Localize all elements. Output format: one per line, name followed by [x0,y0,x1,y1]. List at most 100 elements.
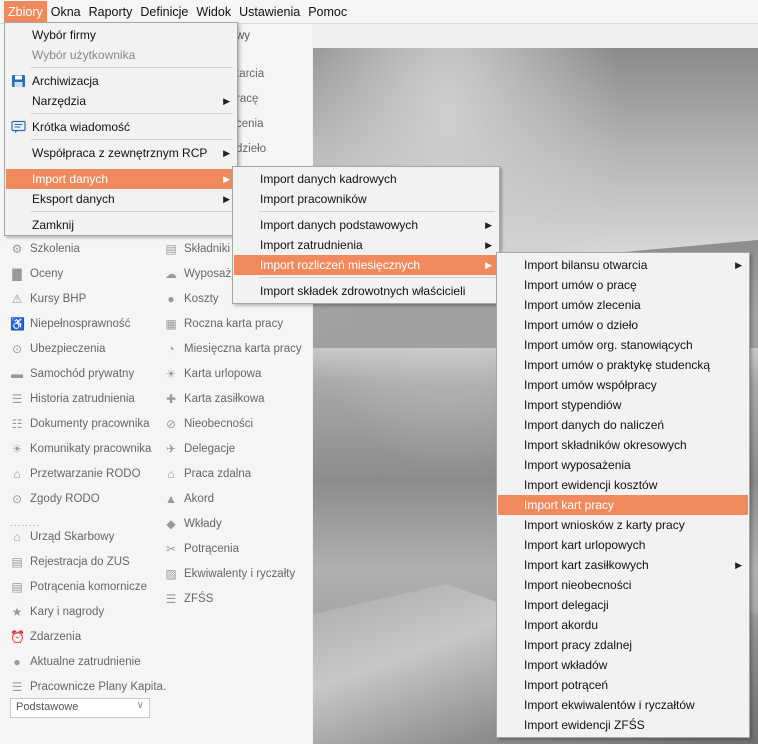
nav-item-potracenia-komornicze[interactable]: ▤ Potrącenia komornicze [10,580,147,594]
nav-item-karta-zasilkowa[interactable]: ✚ Karta zasiłkowa [164,392,265,406]
nav-item-komunikaty-pracownika[interactable]: ☀ Komunikaty pracownika [10,442,152,456]
nav-item-label: Aktualne zatrudnienie [30,656,141,668]
nav-item-skladniki-o[interactable]: ▤ Składniki o [164,242,239,256]
nav-item-akord[interactable]: ▲ Akord [164,492,214,506]
menu-item-label: Import delegacji [524,598,609,612]
nav-item-urzad-skarbowy[interactable]: ⌂ Urząd Skarbowy [10,530,114,544]
menu-item-import-zatrudnienia[interactable]: Import zatrudnienia ▶ [234,235,498,255]
nav-item-karta-urlopowa[interactable]: ☀ Karta urlopowa [164,367,262,381]
menu-item-import-skladnikow-okresowych[interactable]: Import składników okresowych [498,435,748,455]
menu-item-import-akordu[interactable]: Import akordu [498,615,748,635]
nav-item-potracenia[interactable]: ✂ Potrącenia [164,542,239,556]
nav-item-miesieczna-karta-pracy[interactable]: ◔ Miesięczna karta pracy [164,342,301,356]
menu-item-import-pracy-zdalnej[interactable]: Import pracy zdalnej [498,635,748,655]
nav-item-zgody-rodo[interactable]: ⊙ Zgody RODO [10,492,100,506]
menu-item-import-wyposazenia[interactable]: Import wyposażenia [498,455,748,475]
menu-item-import-skladek-zdrowotnych-wlascicieli[interactable]: Import składek zdrowotnych właścicieli [234,281,498,301]
menu-item-import-umow-o-praktyke-studencka[interactable]: Import umów o praktykę studencką [498,355,748,375]
menu-item-import-ewidencji-kosztow[interactable]: Import ewidencji kosztów [498,475,748,495]
nav-item-historia-zatrudnienia[interactable]: ☰ Historia zatrudnienia [10,392,135,406]
nav-item-label: Zdarzenia [30,631,82,643]
menu-item-import-umow-zlecenia[interactable]: Import umów zlecenia [498,295,748,315]
nav-item-pracownicze-plany-kapita[interactable]: ☰ Pracownicze Plany Kapita. [10,680,167,694]
menu-raporty[interactable]: Raporty [85,1,137,23]
nav-item-kary-i-nagrody[interactable]: ★ Kary i nagrody [10,605,105,619]
menu-item-import-danych-kadrowych[interactable]: Import danych kadrowych [234,169,498,189]
menu-item-import-kart-pracy[interactable]: Import kart pracy [498,495,748,515]
menu-item-import-danych[interactable]: Import danych ▶ [6,169,236,189]
menu-zbiory[interactable]: Zbiory [4,0,47,23]
menu-item-import-umow-o-prace[interactable]: Import umów o pracę [498,275,748,295]
menu-widok[interactable]: Widok [192,1,235,23]
menu-item-import-kart-urlopowych[interactable]: Import kart urlopowych [498,535,748,555]
chevron-right-icon: ▶ [223,148,230,158]
nav-item-samochod-prywatny[interactable]: ▬ Samochód prywatny [10,367,134,381]
menu-item-import-potracen[interactable]: Import potrąceń [498,675,748,695]
nav-item-przetwarzanie-rodo[interactable]: ⌂ Przetwarzanie RODO [10,467,140,481]
menu-item-import-ekwiwalentow-i-ryczaltow[interactable]: Import ekwiwalentów i ryczałtów [498,695,748,715]
menu-item-import-ewidencji-zfss[interactable]: Import ewidencji ZFŚS [498,715,748,735]
menu-item-import-kart-zasilkowych[interactable]: Import kart zasiłkowych ▶ [498,555,748,575]
menu-item-label: Import składników okresowych [524,438,687,452]
dokumenty-pracownika-icon: ☷ [11,417,23,431]
menu-item-import-stypendiow[interactable]: Import stypendiów [498,395,748,415]
nav-item-szkolenia[interactable]: ⚙ Szkolenia [10,242,80,256]
nav-item-label: Akord [184,493,215,505]
nav-item-niepelnosprawnosc[interactable]: ♿ Niepełnosprawność [10,317,130,331]
nav-item-koszty[interactable]: ● Koszty [164,292,218,306]
menu-item-label: Import ewidencji ZFŚS [524,718,645,732]
menu-item-narzedzia[interactable]: Narzędzia ▶ [6,91,236,111]
delegacje-icon: ✈ [165,442,177,456]
nav-item-aktualne-zatrudnienie[interactable]: ● Aktualne zatrudnienie [10,655,141,669]
nav-item-dokumenty-pracownika[interactable]: ☷ Dokumenty pracownika [10,417,150,431]
menu-item-krotka-wiadomosc[interactable]: Krótka wiadomość [6,117,236,137]
menu-item-import-pracownikow[interactable]: Import pracowników [234,189,498,209]
menu-item-import-wkladow[interactable]: Import wkładów [498,655,748,675]
menu-item-import-umow-org-stanowiacych[interactable]: Import umów org. stanowiących [498,335,748,355]
menu-okna[interactable]: Okna [47,1,85,23]
menu-item-zamknij[interactable]: Zamknij [6,215,236,235]
nav-item-roczna-karta-pracy[interactable]: ▦ Roczna karta pracy [164,317,283,331]
oceny-icon: ▇ [12,267,22,281]
nav-item-delegacje[interactable]: ✈ Delegacje [164,442,235,456]
menu-item-label: Import kart pracy [524,498,615,512]
nav-item-ekwiwalenty-i-ryczalty[interactable]: ▨ Ekwiwalenty i ryczałty [164,567,295,581]
nieobecnosci-icon: ⊘ [165,417,177,431]
szkolenia-icon: ⚙ [11,242,23,256]
nav-item-label: Dokumenty pracownika [30,418,150,430]
menu-item-import-umow-wspolpracy[interactable]: Import umów współpracy [498,375,748,395]
nav-item-zdarzenia[interactable]: ⏰ Zdarzenia [10,630,81,644]
menu-item-import-rozliczen-miesiecznych[interactable]: Import rozliczeń miesięcznych ▶ [234,255,498,275]
nav-item-ubezpieczenia[interactable]: ⊙ Ubezpieczenia [10,342,105,356]
view-combo[interactable]: Podstawowe ∨ [10,698,150,718]
nav-item-oceny[interactable]: ▇ Oceny [10,267,63,281]
menu-definicje[interactable]: Definicje [136,1,192,23]
nav-item-zfss[interactable]: ☰ ZFŚS [164,592,214,606]
nav-item-praca-zdalna[interactable]: ⌂ Praca zdalna [164,467,251,481]
menu-item-import-danych-do-naliczen[interactable]: Import danych do naliczeń [498,415,748,435]
menu-item-label: Archiwizacja [32,74,99,88]
menu-item-label: Import kart zasiłkowych [524,558,649,572]
menu-item-eksport-danych[interactable]: Eksport danych ▶ [6,189,236,209]
menu-item-import-bilansu-otwarcia[interactable]: Import bilansu otwarcia ▶ [498,255,748,275]
menu-item-archiwizacja[interactable]: Archiwizacja [6,71,236,91]
menu-item-import-danych-podstawowych[interactable]: Import danych podstawowych ▶ [234,215,498,235]
menu-item-label: Import nieobecności [524,578,632,592]
menu-item-wybor-firmy[interactable]: Wybór firmy [6,25,236,45]
menu-item-label: Import umów org. stanowiących [524,338,693,352]
menu-separator [31,67,233,68]
rejestracja-do-zus-icon: ▤ [11,555,23,569]
menu-item-label: Import rozliczeń miesięcznych [260,258,421,272]
nav-item-rejestracja-do-zus[interactable]: ▤ Rejestracja do ZUS [10,555,129,569]
nav-item-nieobecnosci[interactable]: ⊘ Nieobecności [164,417,253,431]
menu-item-wspolpraca-z-zewnetrznym-rcp[interactable]: Współpraca z zewnętrznym RCP ▶ [6,143,236,163]
menu-item-import-nieobecnosci[interactable]: Import nieobecności [498,575,748,595]
menu-ustawienia[interactable]: Ustawienia [235,1,304,23]
menu-item-import-umow-o-dzielo[interactable]: Import umów o dzieło [498,315,748,335]
menu-item-import-delegacji[interactable]: Import delegacji [498,595,748,615]
nav-item-kursy-bhp[interactable]: ⚠ Kursy BHP [10,292,87,306]
nav-item-wklady[interactable]: ◆ Wkłady [164,517,221,531]
menu-pomoc[interactable]: Pomoc [304,1,351,23]
nav-item-wyposaz[interactable]: ☁ Wyposaż [164,267,231,281]
menu-item-import-wnioskow-z-karty-pracy[interactable]: Import wniosków z karty pracy [498,515,748,535]
